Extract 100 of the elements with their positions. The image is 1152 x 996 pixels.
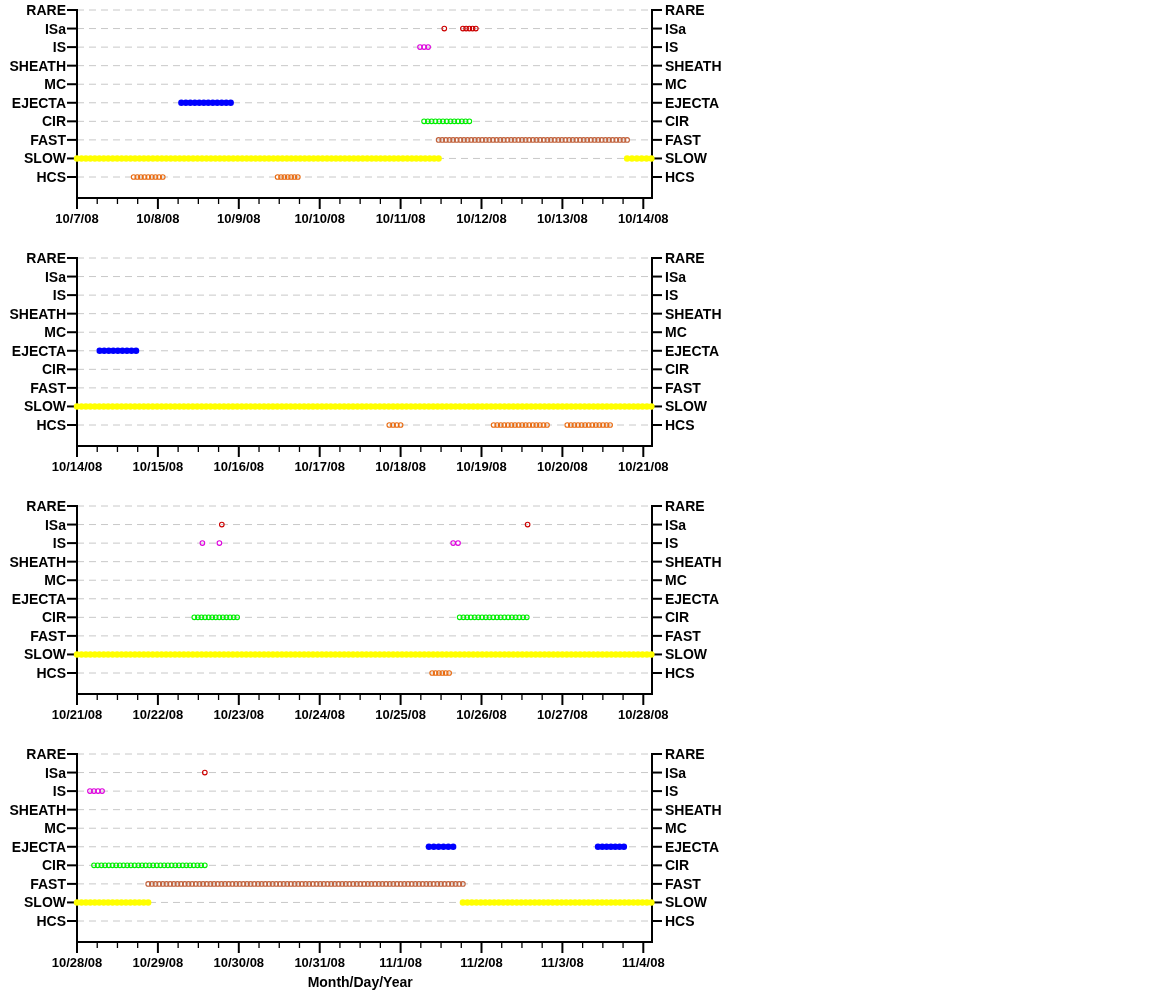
category-label: HCS [665,665,695,681]
category-label: EJECTA [11,342,66,359]
category-label: ISa [45,268,66,285]
category-label: CIR [41,361,66,378]
date-label: 10/28/08 [51,955,103,970]
category-label: HCS [665,913,695,929]
category-label: IS [52,535,66,552]
date-label: 10/12/08 [456,211,507,226]
category-label: ISa [665,516,686,533]
date-label: 10/19/08 [456,459,507,474]
category-label: HCS [665,417,695,433]
category-label: EJECTA [665,838,720,855]
date-label: 10/22/08 [132,707,184,722]
category-label: SHEATH [9,57,66,74]
category-label: SHEATH [9,801,66,818]
category-label: SHEATH [665,305,722,322]
category-label: ISa [665,20,686,37]
date-label: 10/29/08 [132,955,184,970]
category-label: IS [665,535,679,552]
date-label: 10/15/08 [132,459,184,474]
category-label: MC [665,820,687,837]
category-label: RARE [26,746,66,762]
date-label: 10/26/08 [456,707,507,722]
date-label: 10/31/08 [294,955,345,970]
category-label: EJECTA [665,94,720,111]
category-label: EJECTA [11,94,66,111]
category-label: EJECTA [665,342,720,359]
date-label: 10/7/08 [55,211,99,226]
category-label: SLOW [665,894,707,911]
category-label: FAST [665,627,701,644]
category-label: SHEATH [9,553,66,570]
category-label: CIR [665,113,690,130]
category-label: MC [44,324,66,341]
date-label: 11/1/08 [379,955,422,970]
category-label: SLOW [24,150,66,167]
date-label: 10/8/08 [136,211,180,226]
category-label: HCS [36,665,66,681]
date-label: 10/28/08 [618,707,669,722]
category-label: RARE [26,498,66,514]
category-label: ISa [45,20,66,37]
date-label: 10/10/08 [294,211,345,226]
date-label: 10/17/08 [294,459,345,474]
axis-title: Month/Day/Year [307,974,413,990]
date-label: 11/3/08 [541,955,584,970]
category-label: RARE [665,498,705,514]
category-label: EJECTA [11,838,66,855]
category-label: SHEATH [665,57,722,74]
category-label: FAST [665,131,701,148]
category-label: IS [665,39,679,56]
category-label: HCS [36,913,66,929]
date-label: 10/14/08 [51,459,103,474]
category-label: CIR [41,113,66,130]
date-label: 10/25/08 [375,707,426,722]
date-label: 10/27/08 [537,707,588,722]
category-label: IS [52,287,66,304]
category-label: FAST [665,875,701,892]
category-label: MC [665,572,687,589]
category-label: CIR [665,609,690,626]
category-label: HCS [665,169,695,185]
category-label: HCS [36,417,66,433]
category-label: MC [665,76,687,93]
category-label: EJECTA [11,590,66,607]
category-label: SHEATH [665,801,722,818]
category-label: FAST [30,131,66,148]
category-label: SLOW [24,646,66,663]
category-label: FAST [30,875,66,892]
date-label: 10/23/08 [213,707,265,722]
category-label: MC [44,820,66,837]
category-label: SLOW [24,398,66,415]
category-label: RARE [665,250,705,266]
category-label: RARE [26,2,66,18]
date-label: 10/13/08 [537,211,588,226]
category-label: ISa [45,516,66,533]
category-label: SHEATH [9,305,66,322]
date-label: 10/11/08 [375,211,426,226]
category-label: MC [44,76,66,93]
date-label: 10/30/08 [213,955,265,970]
category-label: CIR [41,857,66,874]
date-label: 10/20/08 [537,459,588,474]
date-label: 10/21/08 [51,707,103,722]
category-label: RARE [665,2,705,18]
date-label: 11/2/08 [460,955,503,970]
date-label: 10/9/08 [217,211,261,226]
category-label: SLOW [665,150,707,167]
category-label: IS [665,287,679,304]
category-label: HCS [36,169,66,185]
category-label: RARE [665,746,705,762]
category-label: CIR [665,361,690,378]
category-label: SLOW [665,398,707,415]
category-label: ISa [665,764,686,781]
category-label: FAST [665,379,701,396]
category-label: CIR [41,609,66,626]
category-label: SLOW [24,894,66,911]
category-label: ISa [45,764,66,781]
category-label: ISa [665,268,686,285]
category-label: CIR [665,857,690,874]
category-label: EJECTA [665,590,720,607]
category-label: FAST [30,627,66,644]
date-label: 10/21/08 [618,459,669,474]
category-label: MC [665,324,687,341]
